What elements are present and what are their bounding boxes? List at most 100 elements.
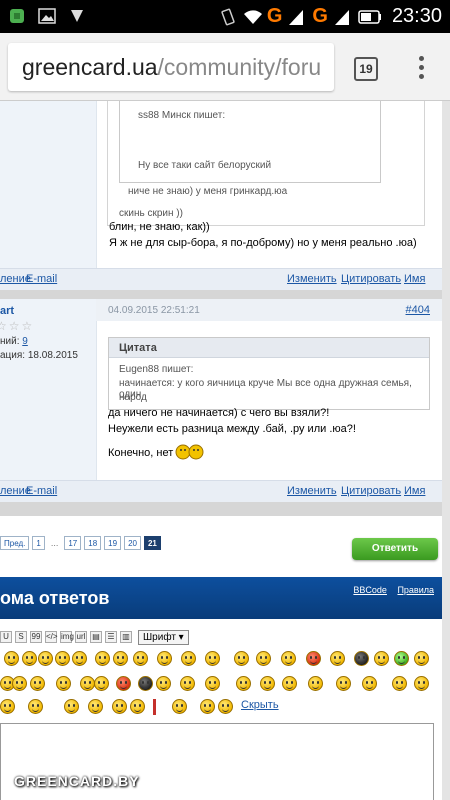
smiley-icon[interactable]	[260, 676, 275, 691]
smiley-icon[interactable]	[414, 676, 429, 691]
smiley-icon[interactable]	[80, 676, 95, 691]
help-smiley-icon[interactable]	[156, 676, 171, 691]
url-path: /community/foru	[157, 54, 322, 80]
table-button[interactable]: ▥	[120, 631, 132, 643]
image-notification-icon	[38, 7, 56, 25]
download-notification-icon	[68, 7, 86, 25]
post1-author-column	[0, 101, 96, 268]
pagination-page[interactable]: 18	[84, 536, 102, 550]
smiley-icon[interactable]	[234, 651, 249, 666]
bomb-icon[interactable]	[138, 676, 153, 691]
edit-link[interactable]: Изменить	[287, 273, 337, 285]
pagination-ellipsis: ...	[50, 538, 59, 548]
smiley-icon[interactable]	[205, 676, 220, 691]
smiley-icon[interactable]	[112, 699, 127, 714]
post-separator	[0, 502, 450, 516]
smiley-icon[interactable]	[306, 651, 321, 666]
name-link[interactable]: Имя	[404, 485, 425, 497]
image-button[interactable]: img	[60, 631, 74, 643]
replies-count-link[interactable]: 9	[22, 336, 28, 347]
clock: 23:30	[391, 5, 442, 27]
hide-smileys-link[interactable]: Скрыть	[241, 699, 279, 711]
quote-button[interactable]: 99	[30, 631, 42, 643]
smiley-icon[interactable]	[236, 676, 251, 691]
font-select[interactable]: Шрифт ▾	[138, 629, 189, 645]
smiley-icon[interactable]	[88, 699, 103, 714]
smiley-icon[interactable]	[281, 651, 296, 666]
reply-button[interactable]: Ответить	[352, 538, 438, 560]
pagination-prev[interactable]: Пред.	[0, 536, 30, 550]
edit-link[interactable]: Изменить	[287, 485, 337, 497]
pagination-page[interactable]: 19	[104, 536, 122, 550]
smiley-icon[interactable]	[205, 651, 220, 666]
smiley-icon[interactable]	[113, 651, 128, 666]
quote-link[interactable]: Цитировать	[341, 273, 401, 285]
watermark-logo: GREENCARD.BY	[14, 773, 140, 789]
rules-link[interactable]: Правила	[397, 585, 434, 595]
bbcode-link[interactable]: BBCode	[353, 585, 387, 595]
network-type-2: G	[312, 5, 328, 27]
smiley-icon[interactable]	[180, 676, 195, 691]
url-field[interactable]: greencard.ua/community/foru	[8, 43, 334, 91]
smiley-icon[interactable]	[256, 651, 271, 666]
smiley-icon[interactable]	[12, 676, 27, 691]
reply-form-title: ома ответов	[0, 588, 110, 608]
smiley-icon[interactable]	[414, 651, 429, 666]
smiley-icon[interactable]	[56, 676, 71, 691]
smiley-icon[interactable]	[157, 651, 172, 666]
post-number-link[interactable]: #404	[406, 304, 430, 316]
author-name[interactable]: art	[0, 305, 14, 317]
smiley-icon[interactable]	[336, 676, 351, 691]
registered-date: 18.08.2015	[27, 350, 78, 361]
smiley-icon[interactable]	[354, 651, 369, 666]
smiley-icon[interactable]	[330, 651, 345, 666]
smiley-icon[interactable]	[94, 676, 109, 691]
smiley-icon[interactable]	[392, 676, 407, 691]
quote-title: Цитата	[109, 338, 429, 358]
post-separator	[0, 290, 450, 299]
pagination-page[interactable]: 1	[32, 536, 45, 550]
overflow-menu-icon[interactable]	[414, 53, 428, 85]
strike-button[interactable]: S	[15, 631, 27, 643]
code-button[interactable]: </>	[45, 631, 58, 643]
smiley-icon[interactable]	[22, 651, 37, 666]
smiley-icon[interactable]	[38, 651, 53, 666]
post-text-line: Конечно, нет	[108, 447, 174, 459]
tabs-switcher-button[interactable]: 19	[354, 57, 378, 81]
smiley-icon[interactable]	[72, 651, 87, 666]
exclamation-icon[interactable]	[153, 699, 156, 715]
post2-action-bar: ление E-mail Изменить Цитировать Имя	[0, 480, 442, 502]
smiley-icon[interactable]	[394, 651, 409, 666]
underline-button[interactable]: U	[0, 631, 12, 643]
smiley-icon[interactable]	[0, 699, 15, 714]
smiley-icon[interactable]	[4, 651, 19, 666]
hide-button[interactable]: ▤	[90, 631, 102, 643]
smiley-icon[interactable]	[181, 651, 196, 666]
name-link[interactable]: Имя	[404, 273, 425, 285]
email-link[interactable]: E-mail	[26, 485, 57, 497]
signal-icon-2	[334, 8, 352, 26]
smiley-icon[interactable]	[362, 676, 377, 691]
smiley-icon[interactable]	[95, 651, 110, 666]
smiley-icon[interactable]	[130, 699, 145, 714]
smiley-icon[interactable]	[55, 651, 70, 666]
smiley-icon[interactable]	[30, 676, 45, 691]
scroll-edge	[442, 101, 450, 800]
list-button[interactable]: ☰	[105, 631, 117, 643]
email-link[interactable]: E-mail	[26, 273, 57, 285]
pagination-page[interactable]: 20	[124, 536, 141, 550]
heart-icon[interactable]	[116, 676, 131, 691]
smiley-icon[interactable]	[218, 699, 233, 714]
smiley-icon[interactable]	[200, 699, 215, 714]
link-button[interactable]: url	[75, 631, 87, 643]
quote-link[interactable]: Цитировать	[341, 485, 401, 497]
smiley-icon[interactable]	[172, 699, 187, 714]
smiley-icon[interactable]	[133, 651, 148, 666]
smiley-icon[interactable]	[374, 651, 389, 666]
smiley-icon[interactable]	[64, 699, 79, 714]
smiley-icon[interactable]	[308, 676, 323, 691]
pagination-page[interactable]: 17	[64, 536, 82, 550]
smiley-icon[interactable]	[28, 699, 43, 714]
smiley-icon[interactable]	[282, 676, 297, 691]
battery-icon	[358, 8, 381, 26]
